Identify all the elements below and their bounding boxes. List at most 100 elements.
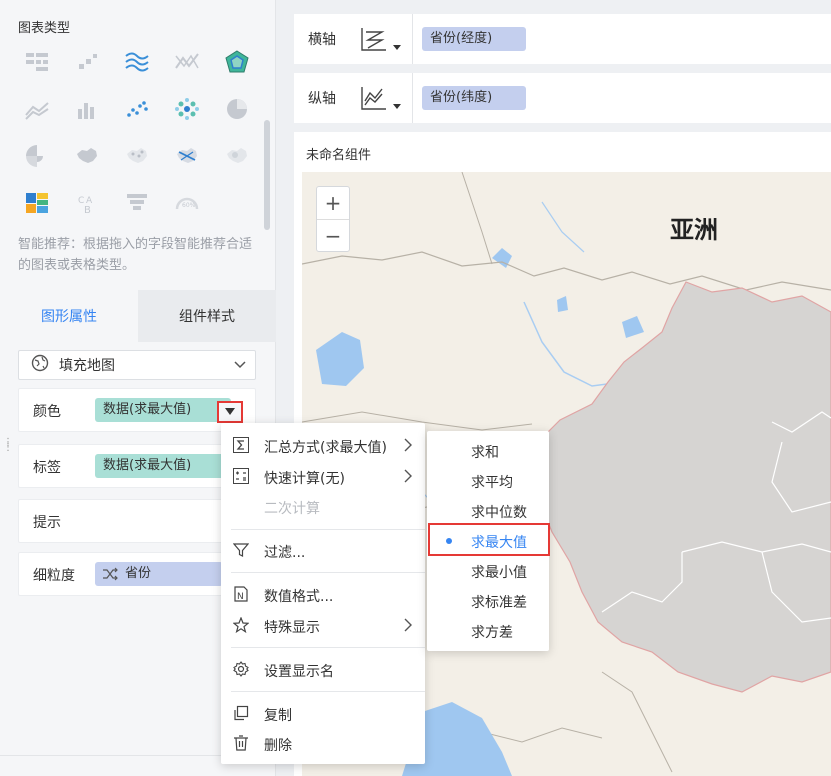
zoom-out-button[interactable]: − xyxy=(317,220,349,252)
menu-divider xyxy=(231,647,425,648)
x-axis-label: 横轴 xyxy=(308,32,336,48)
svg-text:B: B xyxy=(84,205,91,216)
aggregation-option-min[interactable]: 求最小值 xyxy=(427,555,549,585)
pie-chart-icon[interactable] xyxy=(220,92,254,126)
chart-type-select[interactable]: 填充地图 xyxy=(18,350,256,380)
x-axis-divider xyxy=(412,14,413,64)
option-label: 求和 xyxy=(471,445,499,461)
svg-text:N: N xyxy=(237,592,244,602)
color-field-pill[interactable]: 数据(求最大值) xyxy=(95,398,231,422)
menu-item-filter[interactable]: 过滤... xyxy=(221,535,425,565)
aggregation-option-sum[interactable]: 求和 xyxy=(427,435,549,465)
svg-text:60%: 60% xyxy=(182,202,196,209)
aggregation-option-median[interactable]: 求中位数 xyxy=(427,495,549,525)
y-axis-label: 纵轴 xyxy=(308,91,336,107)
aggregation-option-avg[interactable]: 求平均 xyxy=(427,465,549,495)
menu-item-aggregation[interactable]: 汇总方式(求最大值) xyxy=(221,430,425,460)
granularity-field-pill[interactable]: 省份 xyxy=(95,562,223,586)
caret-down-icon xyxy=(225,408,235,415)
x-axis-field-pill[interactable]: 省份(经度) xyxy=(422,27,526,51)
option-label: 求方差 xyxy=(471,625,513,641)
chart-type-title: 图表类型 xyxy=(18,21,71,36)
shuffle-icon xyxy=(102,562,118,595)
tooltip-property-label: 提示 xyxy=(33,515,61,531)
aggregation-option-stddev[interactable]: 求标准差 xyxy=(427,585,549,615)
filter-icon xyxy=(232,542,250,558)
rose-chart-icon[interactable] xyxy=(20,139,54,173)
treemap-chart-icon[interactable] xyxy=(20,186,54,220)
menu-divider xyxy=(231,529,425,530)
area-chart-icon[interactable] xyxy=(20,92,54,126)
menu-item-delete[interactable]: 删除 xyxy=(221,728,425,758)
menu-item-quick-calc[interactable]: 快速计算(无) xyxy=(221,461,425,491)
menu-item-label: 过滤... xyxy=(264,545,306,561)
tab-component-style[interactable]: 组件样式 xyxy=(138,290,276,342)
caret-down-icon[interactable] xyxy=(392,99,402,114)
x-axis-type-icon[interactable] xyxy=(360,26,388,56)
y-axis-row: 纵轴 省份(纬度) xyxy=(294,73,831,123)
color-property-label: 颜色 xyxy=(33,404,61,420)
chevron-right-icon xyxy=(403,617,413,637)
trash-icon xyxy=(233,735,249,751)
menu-divider xyxy=(231,572,425,573)
menu-divider xyxy=(231,691,425,692)
wave-line-chart-icon[interactable] xyxy=(120,45,154,79)
label-field-pill[interactable]: 数据(求最大值) xyxy=(95,454,231,478)
label-property-label: 标签 xyxy=(33,460,61,476)
component-title[interactable]: 未命名组件 xyxy=(306,144,371,163)
menu-item-copy[interactable]: 复制 xyxy=(221,698,425,728)
x-axis-row: 横轴 省份(经度) xyxy=(294,14,831,64)
cross-line-chart-icon[interactable] xyxy=(170,45,204,79)
menu-item-display-name[interactable]: 设置显示名 xyxy=(221,654,425,684)
zoom-in-button[interactable]: + xyxy=(317,187,349,219)
flow-map-icon[interactable] xyxy=(170,139,204,173)
detail-table-chart-icon[interactable] xyxy=(70,45,104,79)
highlight-box xyxy=(428,523,550,556)
y-axis-field-pill[interactable]: 省份(纬度) xyxy=(422,86,526,110)
cross-table-chart-icon[interactable] xyxy=(20,45,54,79)
menu-item-special-display[interactable]: 特殊显示 xyxy=(221,610,425,640)
gear-icon xyxy=(233,661,249,677)
copy-icon xyxy=(233,705,249,721)
menu-item-label: 设置显示名 xyxy=(264,664,334,680)
menu-item-label: 汇总方式(求最大值) xyxy=(264,440,387,456)
menu-item-label: 特殊显示 xyxy=(264,620,320,636)
menu-item-label: 数值格式... xyxy=(264,589,334,605)
map-zoom-control: + − xyxy=(316,186,350,252)
word-cloud-chart-icon[interactable]: CAB xyxy=(70,186,104,220)
funnel-chart-icon[interactable] xyxy=(120,186,154,220)
bar-chart-icon[interactable] xyxy=(70,92,104,126)
smart-recommend-hint: 智能推荐：根据拖入的字段智能推荐合适的图表或表格类型。 xyxy=(18,237,253,273)
quick-calc-icon xyxy=(233,468,249,484)
option-label: 求平均 xyxy=(471,475,513,491)
menu-item-number-format[interactable]: N 数值格式... xyxy=(221,579,425,609)
heat-map-icon[interactable] xyxy=(220,139,254,173)
radar-chart-icon[interactable] xyxy=(220,45,254,79)
drag-handle[interactable]: ⋮ ⋮ xyxy=(3,438,13,456)
star-icon xyxy=(232,616,250,634)
menu-item-label: 复制 xyxy=(264,708,292,724)
y-axis-type-icon[interactable] xyxy=(360,85,388,115)
sigma-icon xyxy=(233,437,249,453)
property-tabs: 图形属性 组件样式 xyxy=(0,290,276,342)
bubble-chart-icon[interactable] xyxy=(170,92,204,126)
number-format-icon: N xyxy=(233,586,249,602)
chart-type-select-label: 填充地图 xyxy=(59,358,115,374)
field-context-menu: 汇总方式(求最大值) 快速计算(无) 二次计算 过滤... N 数值格式... … xyxy=(221,423,425,764)
gauge-chart-icon[interactable]: 60% xyxy=(170,186,204,220)
option-label: 求中位数 xyxy=(471,505,527,521)
menu-item-secondary-calc: 二次计算 xyxy=(221,491,425,521)
aggregation-option-variance[interactable]: 求方差 xyxy=(427,615,549,645)
scatter-chart-icon[interactable] xyxy=(120,92,154,126)
granularity-field-label: 省份 xyxy=(125,566,152,581)
menu-item-label: 快速计算(无) xyxy=(264,471,345,487)
field-dropdown-button[interactable] xyxy=(217,401,243,423)
region-map-icon[interactable] xyxy=(70,139,104,173)
menu-item-label: 二次计算 xyxy=(264,501,320,517)
tab-graphic-properties[interactable]: 图形属性 xyxy=(0,290,138,342)
globe-icon xyxy=(31,354,49,376)
caret-down-icon[interactable] xyxy=(392,40,402,55)
chart-grid-scrollbar[interactable] xyxy=(264,120,270,230)
chevron-down-icon xyxy=(233,358,247,376)
point-map-icon[interactable] xyxy=(120,139,154,173)
